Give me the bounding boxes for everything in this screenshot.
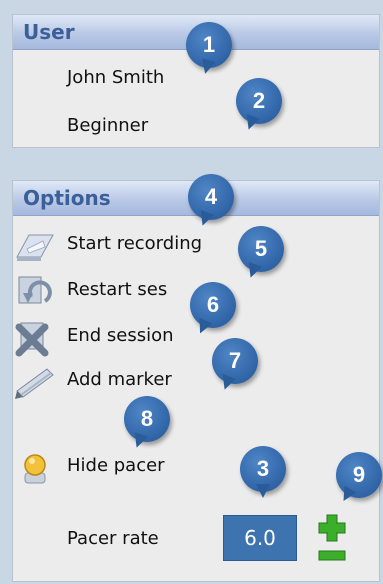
callout-badge-2-number: 2 <box>252 88 266 113</box>
callout-badge-9-number: 9 <box>352 462 366 487</box>
callout-badge-6: 6 <box>190 282 236 337</box>
restart-session-label: Restart ses <box>67 279 168 300</box>
callout-badge-3-tail <box>256 484 270 498</box>
callout-badge-7-number: 7 <box>228 348 242 373</box>
callout-badge-5: 5 <box>238 226 284 280</box>
hide-pacer-button[interactable]: Hide pacer <box>13 449 253 487</box>
callout-badge-7: 7 <box>212 338 258 392</box>
callout-badge-1-number: 1 <box>202 32 216 57</box>
add-marker-label: Add marker <box>67 369 172 390</box>
recording-tray-icon <box>16 234 54 261</box>
callout-badge-3: 3 <box>240 446 286 498</box>
callout-badge-9: 9 <box>336 452 382 505</box>
decrease-pacer-rate-minus-icon[interactable] <box>317 549 347 563</box>
callout-badge-8-number: 8 <box>140 406 154 431</box>
pacer-rate-label: Pacer rate <box>67 528 159 549</box>
options-panel: Options Start recording Restart ses End … <box>12 180 380 582</box>
pacer-bulb-icon <box>24 454 46 484</box>
callout-badge-8: 8 <box>124 396 170 450</box>
marker-pen-icon <box>15 368 54 399</box>
callout-badge-4: 4 <box>188 174 234 228</box>
start-recording-label: Start recording <box>67 233 203 254</box>
start-recording-button[interactable]: Start recording <box>13 227 253 265</box>
callout-badge-2: 2 <box>236 78 282 132</box>
end-session-label: End session <box>67 325 174 346</box>
user-level: Beginner <box>67 115 149 136</box>
callout-badge-5-number: 5 <box>254 236 268 261</box>
hide-pacer-label: Hide pacer <box>67 455 165 476</box>
callout-badge-3-number: 3 <box>256 456 270 481</box>
restart-arrows-icon <box>18 276 52 304</box>
increase-pacer-rate-plus-icon[interactable] <box>317 513 347 543</box>
end-session-x-icon <box>15 322 49 357</box>
callout-badge-4-number: 4 <box>204 184 218 209</box>
callout-badge-6-number: 6 <box>206 292 220 317</box>
user-name: John Smith <box>67 67 165 88</box>
callout-badge-1: 1 <box>186 22 232 76</box>
pacer-rate-value[interactable]: 6.0 <box>223 515 297 561</box>
